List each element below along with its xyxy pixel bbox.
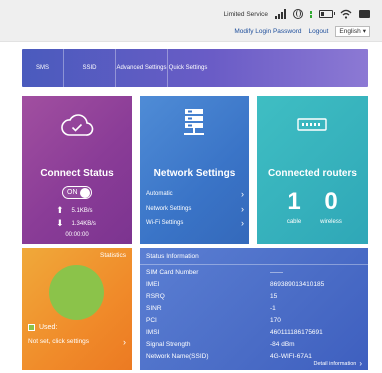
wireless-count: 0 (324, 188, 338, 215)
chevron-right-icon: › (241, 204, 244, 214)
logout-link[interactable]: Logout (309, 28, 329, 35)
upload-rate-value: 5.1KB/s (71, 207, 93, 214)
info-row-imei: IMEI 869389013410185 (146, 281, 362, 292)
info-value: 869389013410185 (270, 281, 325, 288)
connection-toggle[interactable]: ON (62, 186, 92, 199)
main-nav: SMS SSID Advanced Settings Quick Setting… (22, 49, 368, 87)
chevron-right-icon: › (241, 189, 244, 199)
info-row-imsi: IMSI 460111186175691 (146, 329, 362, 340)
usage-pie-chart (49, 265, 104, 320)
info-value: 460111186175691 (270, 329, 323, 336)
info-key: IMSI (146, 329, 160, 336)
globe-icon (293, 9, 303, 19)
status-information-card: Status Information SIM Card Number —— IM… (140, 248, 368, 370)
wireless-label: wireless (320, 219, 342, 225)
info-value: -84 dBm (270, 341, 295, 348)
network-settings-title: Network Settings (153, 168, 236, 179)
nav-advanced-settings[interactable]: Advanced Settings (116, 49, 168, 87)
cable-label: cable (286, 219, 302, 225)
info-key: PCI (146, 317, 157, 324)
toggle-knob (80, 188, 90, 198)
account-links: Modify Login Password Logout English ▾ (234, 25, 370, 37)
nav-ssid[interactable]: SSID (64, 49, 116, 87)
cable-count: 1 (287, 188, 301, 215)
info-value: 15 (270, 293, 278, 300)
network-link-automatic[interactable]: Automatic › (146, 189, 244, 199)
info-key: SINR (146, 305, 162, 312)
info-key: Signal Strength (146, 341, 191, 348)
download-rate: ⬇ 1.34KB/s (56, 218, 96, 229)
info-key: IMEI (146, 281, 160, 288)
network-settings-card: Network Settings Automatic › Network Set… (140, 96, 249, 244)
network-link-network-settings[interactable]: Network Settings › (146, 204, 244, 214)
info-key: Network Name(SSID) (146, 353, 209, 360)
info-value: —— (270, 269, 283, 276)
network-link-wifi-settings[interactable]: Wi-Fi Settings › (146, 218, 244, 228)
connect-status-card: Connect Status ON ⬆ 5.1KB/s ⬇ 1.34KB/s 0… (22, 96, 132, 244)
connect-status-title: Connect Status (40, 168, 114, 179)
used-label: Used: (39, 324, 58, 331)
cloud-icon (61, 114, 94, 136)
info-key: SIM Card Number (146, 269, 199, 276)
nav-quick-settings[interactable]: Quick Settings (168, 49, 208, 87)
arrow-up-icon: ⬆ (56, 205, 64, 215)
language-value: English (339, 27, 361, 35)
upload-rate: ⬆ 5.1KB/s (56, 205, 93, 216)
chevron-right-icon: › (359, 359, 362, 368)
info-row-signal-strength: Signal Strength -84 dBm (146, 341, 362, 352)
info-row-sim: SIM Card Number —— (146, 269, 362, 280)
info-key: RSRQ (146, 293, 165, 300)
wifi-icon (340, 9, 352, 19)
used-legend-swatch (28, 324, 35, 331)
mail-icon (359, 10, 370, 18)
status-information-title: Status Information (146, 253, 199, 260)
not-set-text: Not set, click settings (28, 338, 90, 345)
nav-sms[interactable]: SMS (22, 49, 64, 87)
network-link-label: Wi-Fi Settings (146, 220, 184, 226)
chevron-right-icon: › (123, 337, 126, 347)
info-row-rsrq: RSRQ 15 (146, 293, 362, 304)
download-rate-value: 1.34KB/s (71, 220, 96, 227)
info-value: -1 (270, 305, 276, 312)
service-status-text: Limited Service (223, 10, 268, 18)
divider (140, 264, 368, 265)
toggle-label: ON (67, 189, 78, 196)
statistics-settings-link[interactable]: Not set, click settings › (28, 337, 126, 347)
connected-routers-card: Connected routers 1 0 cable wireless (257, 96, 368, 244)
info-value: 170 (270, 317, 281, 324)
language-select[interactable]: English ▾ (335, 25, 370, 37)
info-row-pci: PCI 170 (146, 317, 362, 328)
connection-indicator-icon (310, 10, 312, 18)
connected-routers-title: Connected routers (268, 168, 357, 179)
arrow-down-icon: ⬇ (56, 218, 64, 228)
network-link-label: Network Settings (146, 206, 192, 212)
chevron-right-icon: › (241, 218, 244, 228)
battery-icon (319, 10, 335, 18)
uptime: 00:00:00 (65, 232, 89, 238)
modify-password-link[interactable]: Modify Login Password (234, 28, 301, 35)
server-icon (184, 109, 204, 135)
info-row-sinr: SINR -1 (146, 305, 362, 316)
top-bar: Limited Service Modify Login Password Lo… (0, 0, 382, 42)
network-link-label: Automatic (146, 191, 173, 197)
detail-information-link[interactable]: Detail information › (313, 359, 362, 368)
detail-information-label: Detail information (313, 361, 357, 367)
router-icon (297, 118, 327, 131)
statistics-card: Statistics Used: Not set, click settings… (22, 248, 132, 370)
status-icons-row: Limited Service (224, 7, 370, 21)
statistics-title: Statistics (99, 252, 126, 259)
signal-icon (275, 9, 286, 19)
chevron-down-icon: ▾ (362, 28, 366, 35)
used-legend: Used: (28, 324, 57, 331)
